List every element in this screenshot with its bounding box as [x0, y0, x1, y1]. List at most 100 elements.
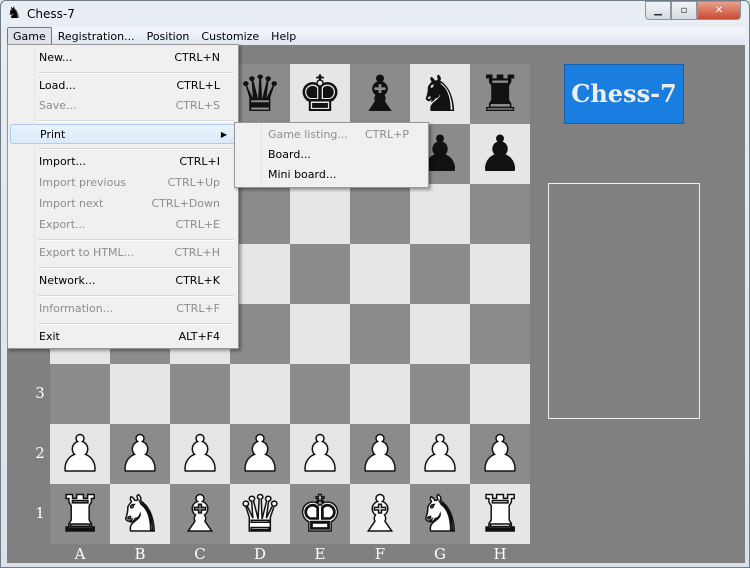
menu-item-print[interactable]: Print ▶	[10, 124, 236, 144]
square-h6[interactable]	[470, 184, 530, 244]
menu-item-network[interactable]: Network... CTRL+K	[10, 271, 236, 291]
submenu-item-game-listing[interactable]: Game listing... CTRL+P	[237, 125, 427, 145]
square-e2[interactable]: ♟	[290, 424, 350, 484]
square-d3[interactable]	[230, 364, 290, 424]
menu-customize[interactable]: Customize	[195, 27, 265, 45]
square-f2[interactable]: ♟	[350, 424, 410, 484]
white-rook-icon[interactable]: ♜	[477, 484, 523, 544]
menu-item-shortcut: CTRL+E	[175, 218, 220, 231]
white-bishop-icon[interactable]: ♝	[357, 484, 403, 544]
white-pawn-icon[interactable]: ♟	[417, 424, 463, 484]
square-h4[interactable]	[470, 304, 530, 364]
square-d6[interactable]	[230, 184, 290, 244]
square-e3[interactable]	[290, 364, 350, 424]
menu-position[interactable]: Position	[141, 27, 196, 45]
square-h1[interactable]: ♜	[470, 484, 530, 544]
maximize-button[interactable]: ▫	[671, 1, 697, 20]
black-rook-icon[interactable]: ♜	[478, 65, 523, 123]
square-g3[interactable]	[410, 364, 470, 424]
square-e1[interactable]: ♚	[290, 484, 350, 544]
square-f4[interactable]	[350, 304, 410, 364]
square-d4[interactable]	[230, 304, 290, 364]
black-knight-icon[interactable]: ♞	[418, 65, 463, 123]
white-king-icon[interactable]: ♚	[297, 484, 343, 544]
submenu-item-mini-board[interactable]: Mini board...	[237, 165, 427, 185]
menu-item-save[interactable]: Save... CTRL+S	[10, 96, 236, 116]
menu-item-information[interactable]: Information... CTRL+F	[10, 299, 236, 319]
menu-separator	[38, 323, 234, 325]
square-h3[interactable]	[470, 364, 530, 424]
square-e4[interactable]	[290, 304, 350, 364]
white-pawn-icon[interactable]: ♟	[477, 424, 523, 484]
white-knight-icon[interactable]: ♞	[117, 484, 163, 544]
menu-registration[interactable]: Registration...	[52, 27, 141, 45]
black-king-icon[interactable]: ♚	[298, 65, 343, 123]
submenu-item-board[interactable]: Board...	[237, 145, 427, 165]
file-label: E	[314, 545, 326, 563]
square-d1[interactable]: ♛	[230, 484, 290, 544]
square-c1[interactable]: ♝	[170, 484, 230, 544]
square-e8[interactable]: ♚	[290, 64, 350, 124]
menu-item-export-to-html[interactable]: Export to HTML... CTRL+H	[10, 243, 236, 263]
white-pawn-icon[interactable]: ♟	[357, 424, 403, 484]
white-pawn-icon[interactable]: ♟	[117, 424, 163, 484]
square-g8[interactable]: ♞	[410, 64, 470, 124]
square-b3[interactable]	[110, 364, 170, 424]
close-button[interactable]: ✕	[697, 1, 741, 20]
square-a2[interactable]: ♟	[50, 424, 110, 484]
square-f1[interactable]: ♝	[350, 484, 410, 544]
square-h5[interactable]	[470, 244, 530, 304]
minimize-button[interactable]: ▁	[645, 1, 671, 20]
menu-item-export[interactable]: Export... CTRL+E	[10, 215, 236, 235]
square-b2[interactable]: ♟	[110, 424, 170, 484]
black-pawn-icon[interactable]: ♟	[478, 125, 523, 183]
white-rook-icon[interactable]: ♜	[57, 484, 103, 544]
menu-item-import[interactable]: Import... CTRL+I	[10, 152, 236, 172]
menu-item-new[interactable]: New... CTRL+N	[10, 48, 236, 68]
square-a1[interactable]: ♜	[50, 484, 110, 544]
square-g5[interactable]	[410, 244, 470, 304]
square-g6[interactable]	[410, 184, 470, 244]
square-b1[interactable]: ♞	[110, 484, 170, 544]
square-d5[interactable]	[230, 244, 290, 304]
menu-help[interactable]: Help	[265, 27, 302, 45]
square-d2[interactable]: ♟	[230, 424, 290, 484]
white-pawn-icon[interactable]: ♟	[237, 424, 283, 484]
menu-game[interactable]: Game	[7, 27, 52, 45]
menu-item-shortcut: CTRL+N	[174, 51, 220, 64]
menu-item-shortcut: CTRL+S	[175, 99, 220, 112]
square-h2[interactable]: ♟	[470, 424, 530, 484]
square-e6[interactable]	[290, 184, 350, 244]
file-label: H	[493, 545, 507, 563]
menu-item-import-next[interactable]: Import next CTRL+Down	[10, 194, 236, 214]
square-f5[interactable]	[350, 244, 410, 304]
menu-item-exit[interactable]: Exit ALT+F4	[10, 327, 236, 347]
menu-bar: Game Registration... Position Customize …	[7, 27, 745, 45]
square-c2[interactable]: ♟	[170, 424, 230, 484]
black-queen-icon[interactable]: ♛	[238, 65, 283, 123]
black-bishop-icon[interactable]: ♝	[358, 65, 403, 123]
white-bishop-icon[interactable]: ♝	[177, 484, 223, 544]
square-f8[interactable]: ♝	[350, 64, 410, 124]
white-pawn-icon[interactable]: ♟	[297, 424, 343, 484]
square-h7[interactable]: ♟	[470, 124, 530, 184]
menu-item-label: Game listing...	[268, 128, 348, 141]
square-e5[interactable]	[290, 244, 350, 304]
square-g1[interactable]: ♞	[410, 484, 470, 544]
square-f3[interactable]	[350, 364, 410, 424]
square-h8[interactable]: ♜	[470, 64, 530, 124]
white-queen-icon[interactable]: ♛	[237, 484, 283, 544]
menu-item-import-previous[interactable]: Import previous CTRL+Up	[10, 173, 236, 193]
window-title: Chess-7	[27, 7, 75, 21]
white-knight-icon[interactable]: ♞	[417, 484, 463, 544]
menu-item-load[interactable]: Load... CTRL+L	[10, 76, 236, 96]
square-g4[interactable]	[410, 304, 470, 364]
square-g2[interactable]: ♟	[410, 424, 470, 484]
white-pawn-icon[interactable]: ♟	[57, 424, 103, 484]
square-c3[interactable]	[170, 364, 230, 424]
square-a3[interactable]	[50, 364, 110, 424]
menu-item-shortcut: CTRL+F	[176, 302, 220, 315]
square-d8[interactable]: ♛	[230, 64, 290, 124]
square-f6[interactable]	[350, 184, 410, 244]
white-pawn-icon[interactable]: ♟	[177, 424, 223, 484]
